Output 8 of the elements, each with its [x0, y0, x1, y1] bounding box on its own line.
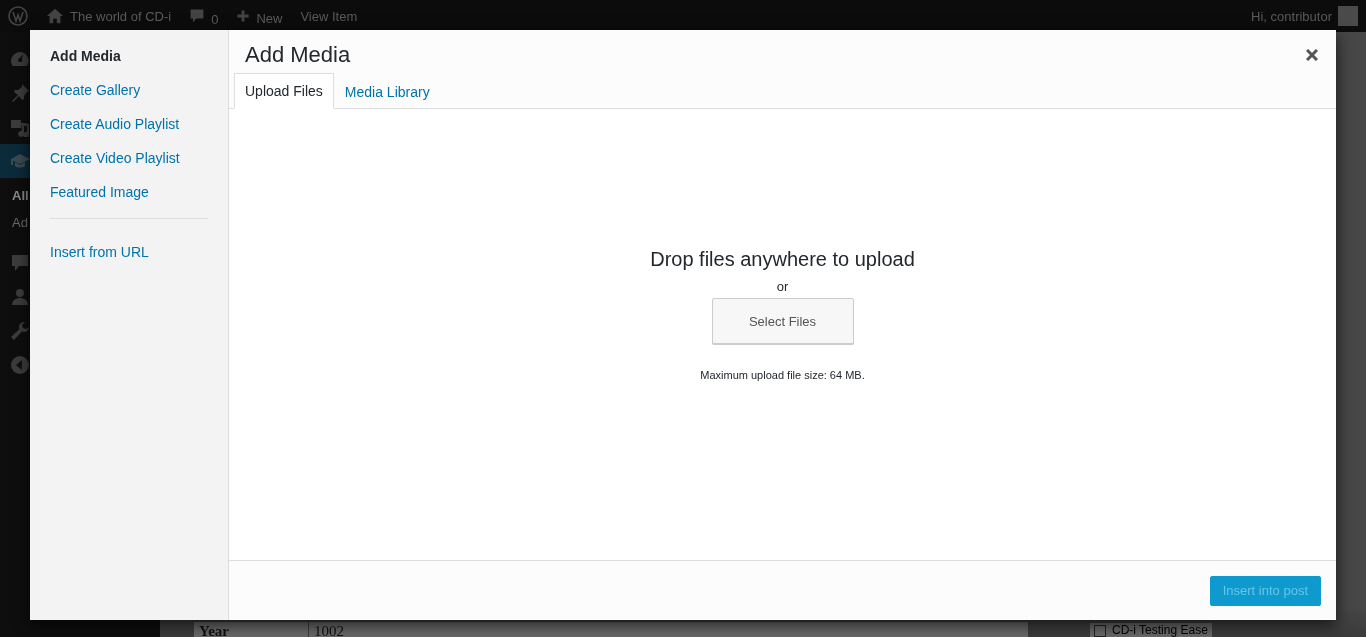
- comment-count: 0: [211, 11, 219, 27]
- max-upload-size-text: Maximum upload file size: 64 MB.: [700, 369, 865, 381]
- field-label: Year: [194, 622, 309, 637]
- modal-title: Add Media: [245, 42, 351, 68]
- upload-heading: Drop files anywhere to upload: [650, 248, 915, 271]
- checkbox-label: CD-i Testing Ease: [1112, 623, 1208, 637]
- field-value: 1002: [309, 622, 1029, 637]
- or-label: or: [776, 279, 789, 294]
